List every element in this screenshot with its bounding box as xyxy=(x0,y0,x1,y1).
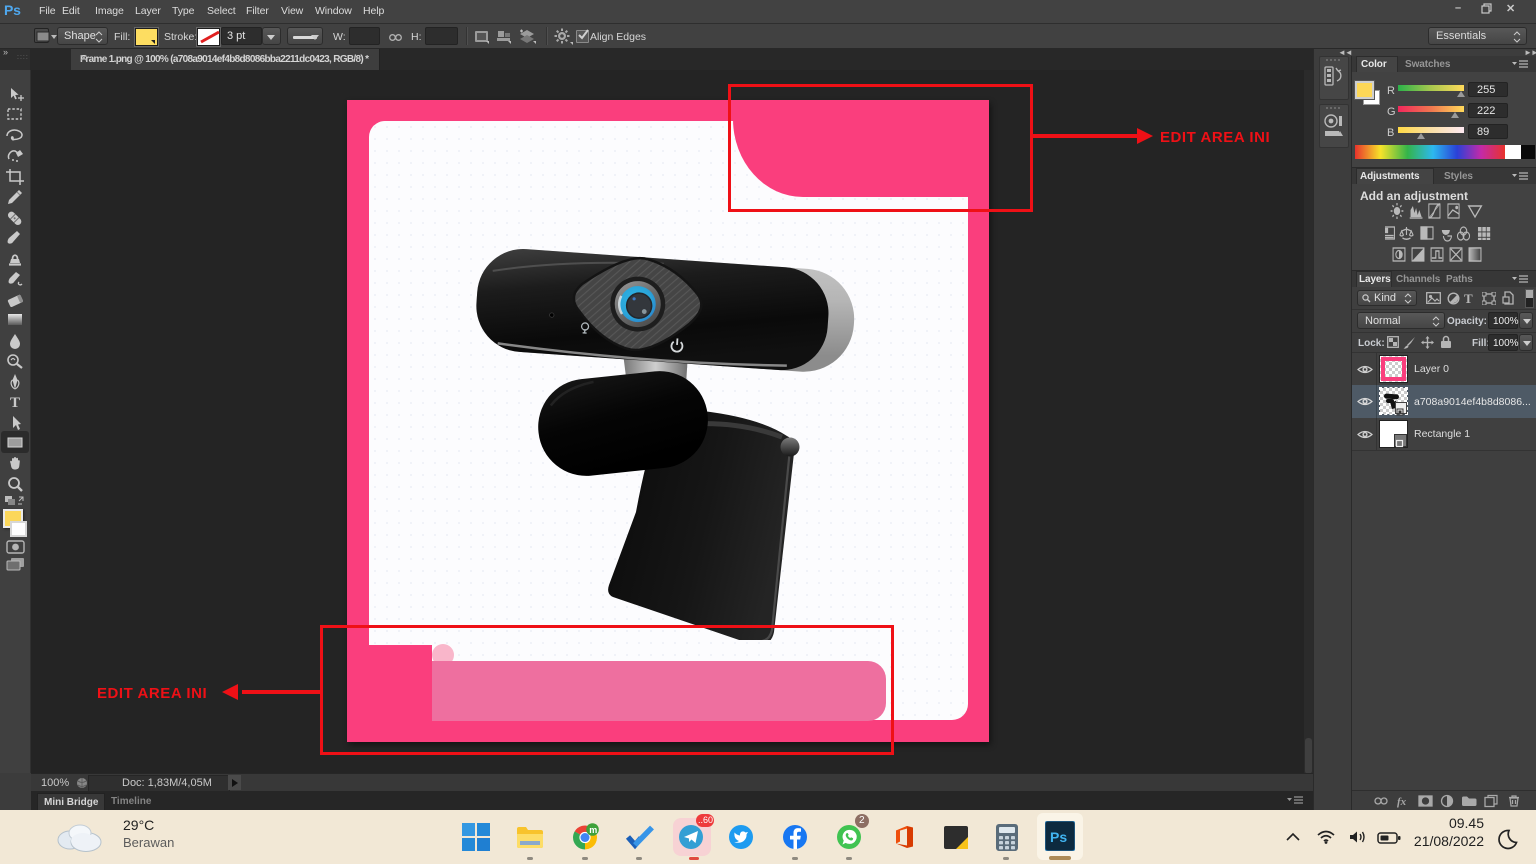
svg-text:T: T xyxy=(10,395,20,411)
svg-text:m: m xyxy=(589,825,597,835)
svg-text:Ps: Ps xyxy=(1050,829,1067,845)
svg-text:fx: fx xyxy=(1397,796,1407,808)
